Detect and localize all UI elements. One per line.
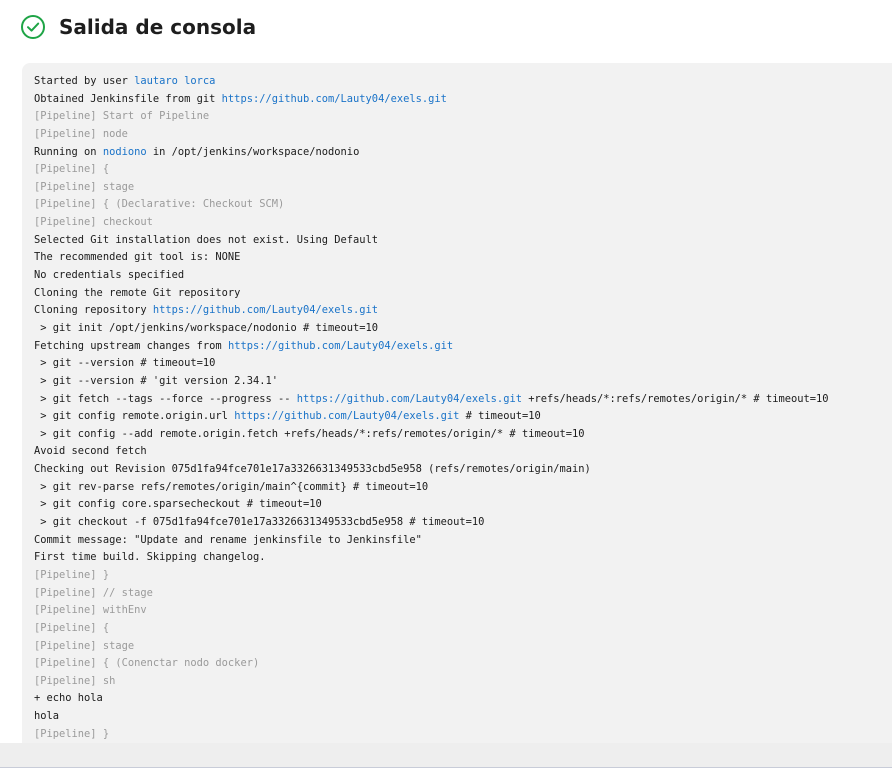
console-text: > git init /opt/jenkins/workspace/nodoni… [34, 321, 379, 334]
console-pipeline-line: [Pipeline] { [34, 620, 892, 638]
console-line: + echo hola [34, 690, 892, 708]
console-output: Started by user lautaro lorca Obtained Je… [22, 63, 892, 743]
footer-bar [0, 743, 892, 767]
console-line: Cloning the remote Git repository [34, 285, 892, 303]
console-line: > git config remote.origin.url https://g… [34, 408, 892, 426]
console-pipeline-line: [Pipeline] stage [34, 638, 892, 656]
console-line: Checking out Revision 075d1fa94fce701e17… [34, 461, 892, 479]
console-line: > git fetch --tags --force --progress --… [34, 391, 892, 409]
console-text: Commit message: "Update and rename jenki… [34, 533, 422, 546]
console-text: [Pipeline] { [34, 163, 110, 176]
console-text: > git checkout -f 075d1fa94fce701e17a332… [34, 516, 485, 529]
console-text: # timeout=10 [459, 410, 541, 423]
console-text: > git config remote.origin.url [34, 410, 235, 423]
console-line: Avoid second fetch [34, 443, 892, 461]
console-line: First time build. Skipping changelog. [34, 549, 892, 567]
console-text: > git --version # 'git version 2.34.1' [34, 374, 278, 387]
page-title: Salida de consola [59, 15, 257, 39]
console-text: The recommended git tool is: NONE [34, 251, 241, 264]
console-link[interactable]: https://github.com/Lauty04/exels.git [228, 340, 453, 352]
console-text: [Pipeline] node [34, 127, 128, 140]
console-text: +refs/heads/*:refs/remotes/origin/* # ti… [521, 392, 829, 405]
console-text: [Pipeline] } [34, 727, 110, 740]
console-line: hola [34, 708, 892, 726]
console-line: > git init /opt/jenkins/workspace/nodoni… [34, 320, 892, 338]
console-pipeline-line: [Pipeline] } [34, 726, 892, 743]
console-pipeline-line: [Pipeline] { (Conenctar nodo docker) [34, 655, 892, 673]
console-text: [Pipeline] checkout [34, 216, 153, 229]
console-text: [Pipeline] } [34, 568, 110, 581]
console-line: > git config --add remote.origin.fetch +… [34, 426, 892, 444]
console-text: > git fetch --tags --force --progress -- [34, 392, 297, 405]
console-text: Running on [34, 145, 103, 158]
console-line: No credentials specified [34, 267, 892, 285]
console-text: No credentials specified [34, 269, 185, 282]
console-text: [Pipeline] stage [34, 639, 135, 652]
console-text: Cloning repository [34, 304, 153, 317]
console-log: Started by user lautaro lorca Obtained Je… [34, 73, 892, 743]
console-link[interactable]: https://github.com/Lauty04/exels.git [222, 93, 447, 105]
console-line: Cloning repository https://github.com/La… [34, 302, 892, 320]
console-link[interactable]: https://github.com/Lauty04/exels.git [234, 410, 459, 422]
console-text: [Pipeline] Start of Pipeline [34, 110, 210, 123]
console-link[interactable]: https://github.com/Lauty04/exels.git [153, 304, 378, 316]
console-text: [Pipeline] { (Declarative: Checkout SCM) [34, 198, 285, 211]
console-pipeline-line: [Pipeline] stage [34, 179, 892, 197]
console-line: > git config core.sparsecheckout # timeo… [34, 496, 892, 514]
console-text: Checking out Revision 075d1fa94fce701e17… [34, 463, 591, 476]
console-text: [Pipeline] { [34, 621, 110, 634]
console-pipeline-line: [Pipeline] checkout [34, 214, 892, 232]
console-line: > git --version # 'git version 2.34.1' [34, 373, 892, 391]
console-pipeline-line: [Pipeline] { [34, 161, 892, 179]
console-text: [Pipeline] withEnv [34, 604, 147, 617]
console-pipeline-line: [Pipeline] node [34, 126, 892, 144]
console-text: > git config --add remote.origin.fetch +… [34, 427, 585, 440]
console-text: Started by user [34, 75, 135, 87]
console-text: First time build. Skipping changelog. [34, 551, 266, 564]
console-line: Fetching upstream changes from https://g… [34, 338, 892, 356]
console-text: Fetching upstream changes from [34, 339, 228, 352]
console-pipeline-line: [Pipeline] // stage [34, 585, 892, 603]
console-line: > git --version # timeout=10 [34, 355, 892, 373]
console-text: [Pipeline] sh [34, 674, 116, 687]
console-pipeline-line: [Pipeline] withEnv [34, 602, 892, 620]
console-line: Selected Git installation does not exist… [34, 232, 892, 250]
console-line: Started by user lautaro lorca [34, 73, 892, 91]
console-text: Avoid second fetch [34, 445, 147, 458]
console-text: Cloning the remote Git repository [34, 286, 241, 299]
console-text: [Pipeline] // stage [34, 586, 153, 599]
console-line: Obtained Jenkinsfile from git https://gi… [34, 91, 892, 109]
console-line: > git checkout -f 075d1fa94fce701e17a332… [34, 514, 892, 532]
page-header: Salida de consola [20, 12, 256, 42]
console-text: [Pipeline] stage [34, 180, 135, 193]
console-link[interactable]: https://github.com/Lauty04/exels.git [297, 393, 522, 405]
console-text: Obtained Jenkinsfile from git [34, 92, 222, 105]
console-pipeline-line: [Pipeline] Start of Pipeline [34, 108, 892, 126]
footer-divider [0, 767, 892, 768]
check-circle-icon [20, 14, 46, 40]
console-line: Commit message: "Update and rename jenki… [34, 532, 892, 550]
console-line: Running on nodiono in /opt/jenkins/works… [34, 144, 892, 162]
console-text: in /opt/jenkins/workspace/nodonio [146, 145, 360, 158]
console-pipeline-line: [Pipeline] { (Declarative: Checkout SCM) [34, 196, 892, 214]
console-pipeline-line: [Pipeline] } [34, 567, 892, 585]
console-line: > git rev-parse refs/remotes/origin/main… [34, 479, 892, 497]
console-text: > git config core.sparsecheckout # timeo… [34, 498, 322, 511]
console-line: The recommended git tool is: NONE [34, 249, 892, 267]
console-link[interactable]: lautaro lorca [134, 75, 215, 87]
console-text: [Pipeline] { (Conenctar nodo docker) [34, 657, 260, 670]
console-text: > git --version # timeout=10 [34, 357, 216, 370]
console-text: Selected Git installation does not exist… [34, 233, 379, 246]
console-pipeline-line: [Pipeline] sh [34, 673, 892, 691]
console-text: hola [34, 710, 60, 723]
console-text: > git rev-parse refs/remotes/origin/main… [34, 480, 429, 493]
console-link[interactable]: nodiono [103, 146, 147, 158]
console-text: + echo hola [34, 692, 103, 705]
